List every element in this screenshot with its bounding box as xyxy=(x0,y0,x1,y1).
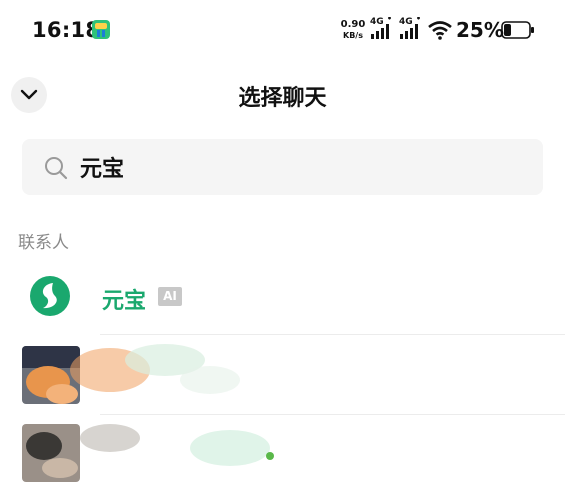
net-speed-value: 0.90 xyxy=(340,19,366,30)
contacts-section-label: 联系人 xyxy=(18,233,69,253)
redacted-text-smudge xyxy=(70,344,240,394)
page-title: 选择聊天 xyxy=(238,86,327,111)
yuanbao-logo-icon xyxy=(30,276,70,316)
header: 选择聊天 xyxy=(0,62,565,128)
net-speed-unit: KB/s xyxy=(343,31,363,40)
contact-row-yuanbao[interactable]: 元宝 AI xyxy=(0,258,565,335)
signal-4g-icon: 4G xyxy=(369,17,397,41)
net-speed: 0.90 KB/s xyxy=(338,19,368,41)
status-bar: 16:18 0.90 KB/s 4G 4G 25% xyxy=(0,0,565,62)
search-input[interactable] xyxy=(80,151,520,183)
divider xyxy=(100,334,565,335)
search-icon xyxy=(45,157,68,180)
ai-badge: AI xyxy=(158,287,182,306)
redacted-list-item[interactable] xyxy=(0,414,565,492)
signal-4g-icon-2: 4G xyxy=(398,17,426,41)
battery-percent: 25% xyxy=(456,18,504,42)
redacted-list-item[interactable] xyxy=(0,336,565,415)
redacted-text-smudge xyxy=(80,424,274,466)
battery-icon xyxy=(501,21,534,39)
redacted-avatar xyxy=(22,424,80,482)
wifi-icon xyxy=(428,21,452,40)
search-box[interactable] xyxy=(22,139,543,195)
contact-name: 元宝 xyxy=(102,289,147,314)
app-notification-icon xyxy=(92,20,110,39)
